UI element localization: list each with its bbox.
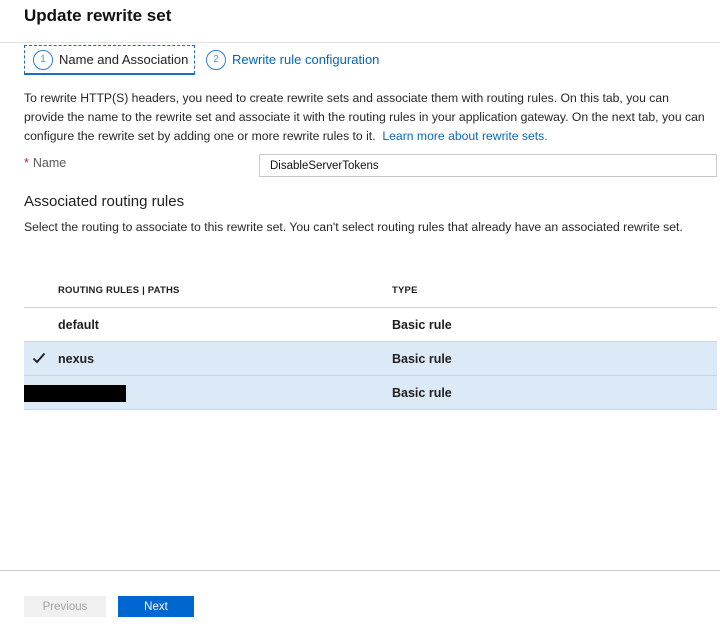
tab-rewrite-rule-configuration[interactable]: 2 Rewrite rule configuration <box>206 45 379 74</box>
column-header-type: TYPE <box>392 285 418 296</box>
row-name: nexus <box>58 352 95 366</box>
row-type: Basic rule <box>392 386 452 400</box>
routing-section-description: Select the routing to associate to this … <box>24 220 683 234</box>
title-divider <box>0 42 720 43</box>
intro-text: To rewrite HTTP(S) headers, you need to … <box>24 89 712 146</box>
previous-button[interactable]: Previous <box>24 596 106 617</box>
intro-paragraph: To rewrite HTTP(S) headers, you need to … <box>24 91 705 143</box>
routing-rules-table: ROUTING RULES | PATHS TYPE default Basic… <box>24 273 717 410</box>
row-type: Basic rule <box>392 352 452 366</box>
column-header-routing-rules: ROUTING RULES | PATHS <box>58 285 180 296</box>
routing-section-title: Associated routing rules <box>24 193 185 210</box>
row-name: default <box>58 318 99 332</box>
checkmark-icon[interactable] <box>32 351 46 365</box>
table-header: ROUTING RULES | PATHS TYPE <box>24 273 717 308</box>
routing-row-nexus[interactable]: nexus Basic rule <box>24 342 717 376</box>
tab-name-and-association[interactable]: 1 Name and Association <box>24 45 195 74</box>
next-button[interactable]: Next <box>118 596 194 617</box>
step-1-circle: 1 <box>33 49 53 70</box>
routing-row-redacted[interactable]: Basic rule <box>24 376 717 410</box>
rewrite-set-name-input[interactable] <box>259 154 717 177</box>
tab-label: Name and Association <box>59 52 189 67</box>
footer-divider <box>0 570 720 571</box>
routing-row-default[interactable]: default Basic rule <box>24 308 717 342</box>
row-type: Basic rule <box>392 318 452 332</box>
learn-more-link[interactable]: Learn more about rewrite sets. <box>382 129 547 143</box>
tab-label: Rewrite rule configuration <box>232 52 380 67</box>
step-2-circle: 2 <box>206 49 226 70</box>
page-title: Update rewrite set <box>24 6 172 25</box>
required-marker: * <box>24 156 29 170</box>
name-label: * Name <box>24 156 66 170</box>
active-tab-indicator <box>24 73 195 75</box>
name-label-text: Name <box>32 156 67 170</box>
redacted-block <box>24 385 126 402</box>
